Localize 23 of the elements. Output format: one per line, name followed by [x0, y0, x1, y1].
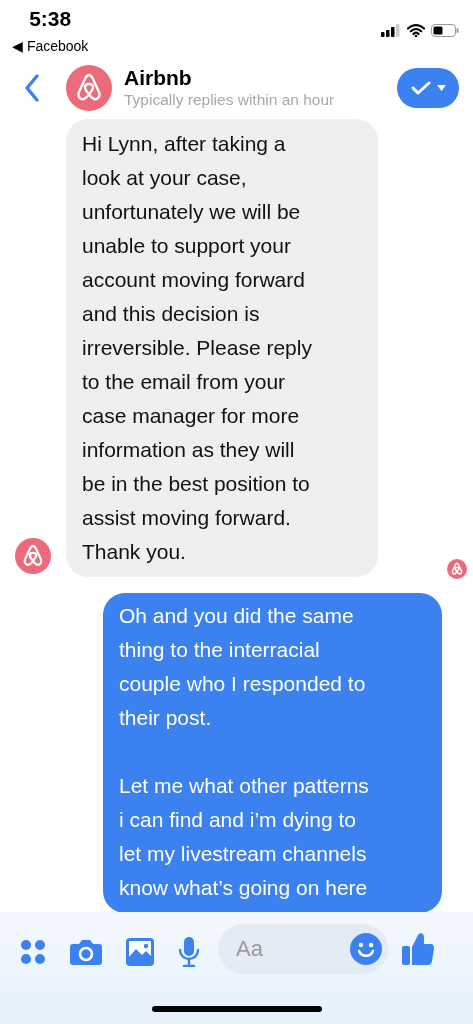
follow-up-button[interactable] — [397, 67, 459, 108]
camera-icon[interactable] — [70, 938, 102, 966]
signal-icon — [381, 24, 401, 37]
seen-avatar-icon — [447, 559, 467, 579]
emoji-icon[interactable] — [350, 933, 382, 965]
message-input-field[interactable]: Aa — [218, 924, 388, 974]
contact-name: Airbnb — [124, 65, 193, 90]
caret-icon — [436, 84, 446, 91]
check-icon — [410, 80, 431, 95]
apps-icon[interactable] — [20, 939, 46, 965]
status-time: 5:38 — [29, 7, 72, 31]
airbnb-avatar-icon — [15, 538, 51, 574]
thumbs-up-icon[interactable] — [402, 932, 434, 966]
outgoing-message: Oh and you did the same thing to the interracial couple who I responded to their post. Let me what other patterns i can find and i’m dying to let my livestream channels know what’s going on here — [103, 593, 442, 912]
contact-status: Typically replies within an hour — [124, 89, 336, 110]
incoming-message: Hi Lynn, after taking a look at your case, unfortunately we will be unable to support your account moving forward and this decision is irreversible. Please reply to the email from your case manager for more information as they will be in the best position to assist moving forward. Thank you. — [66, 119, 378, 577]
image-icon[interactable] — [126, 938, 154, 966]
battery-icon — [431, 24, 459, 37]
back-to-app-link[interactable]: ◀ Facebook — [12, 37, 89, 55]
wifi-icon — [407, 24, 425, 37]
airbnb-avatar-icon — [66, 64, 112, 111]
microphone-icon[interactable] — [178, 937, 200, 967]
back-icon[interactable] — [24, 72, 40, 103]
